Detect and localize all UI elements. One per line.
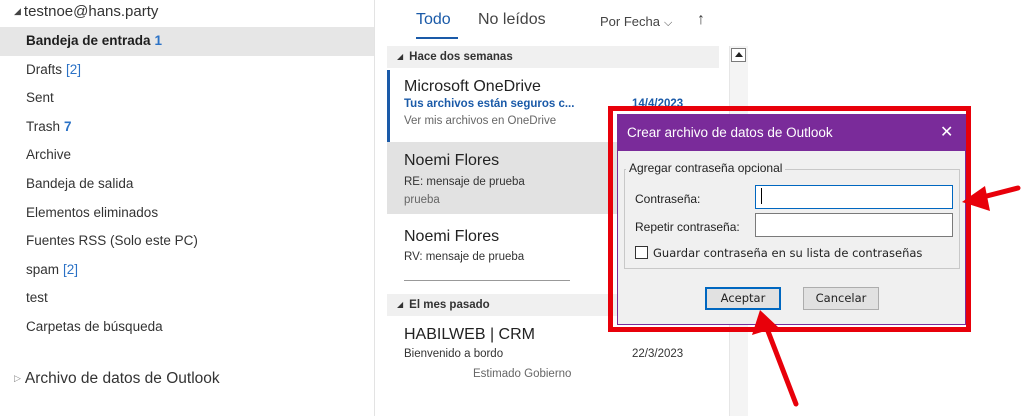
scroll-up-button[interactable] [731,48,746,62]
folder-list: Bandeja de entrada 1 Drafts [2] Sent Trash… [0,27,374,342]
sort-direction-arrow-icon[interactable]: ↑ [697,11,705,29]
data-file-header[interactable]: ▷ Archivo de datos de Outlook [14,370,220,388]
cancel-button[interactable]: Cancelar [803,287,879,310]
repeat-password-input[interactable] [755,213,953,237]
folder-archive[interactable]: Archive [0,141,374,170]
collapse-triangle-icon[interactable]: ◢ [397,294,403,316]
message-subject: RV: mensaje de prueba [404,251,525,263]
message-sender: HABILWEB | CRM [404,326,535,343]
account-header[interactable]: ◢ testnoe@hans.party [14,0,158,24]
tab-all[interactable]: Todo [416,11,451,29]
group-header-two-weeks-ago[interactable]: ◢ Hace dos semanas [387,46,719,68]
message-sender: Noemi Flores [404,228,500,245]
folder-outbox[interactable]: Bandeja de salida [0,170,374,199]
folder-spam[interactable]: spam [2] [0,256,374,285]
message-preview: prueba [404,194,440,206]
message-subject: Bienvenido a bordo [404,348,504,360]
sort-label: Por Fecha [600,14,660,29]
message-preview: Estimado Gobierno [473,368,572,380]
folder-test[interactable]: test [0,284,374,313]
message-sender: Noemi Flores [404,152,500,169]
dialog-title: Crear archivo de datos de Outlook [627,125,833,140]
repeat-password-label: Repetir contraseña: [635,220,740,234]
folder-inbox[interactable]: Bandeja de entrada 1 [0,27,374,56]
spam-count: [2] [63,261,79,277]
folder-pane: ◢ testnoe@hans.party Bandeja de entrada 1 … [0,0,374,416]
list-separator [404,280,570,281]
folder-rss-feeds[interactable]: Fuentes RSS (Solo este PC) [0,227,374,256]
message-subject: RE: mensaje de prueba [404,176,525,188]
group-label: Agregar contraseña opcional [626,161,786,175]
message-subject: Tus archivos están seguros c... [404,98,575,110]
dialog-titlebar[interactable]: Crear archivo de datos de Outlook ✕ [618,115,965,151]
pane-divider[interactable] [374,0,375,416]
folder-deleted-items[interactable]: Elementos eliminados [0,199,374,228]
expand-triangle-icon[interactable]: ▷ [14,373,21,384]
message-preview: Ver mis archivos en OneDrive [404,115,557,127]
tab-unread[interactable]: No leídos [478,11,546,29]
account-name: testnoe@hans.party [23,3,159,20]
save-password-label[interactable]: Guardar contraseña en su lista de contra… [653,246,922,260]
message-date: 22/3/2023 [632,348,684,360]
folder-trash[interactable]: Trash 7 [0,113,374,142]
accept-button[interactable]: Aceptar [705,287,781,310]
save-password-checkbox[interactable] [635,246,648,259]
folder-sent[interactable]: Sent [0,84,374,113]
create-data-file-dialog: Crear archivo de datos de Outlook ✕ Agre… [617,114,966,325]
trash-count: 7 [64,118,72,134]
sort-dropdown[interactable]: Por Fecha ⌵ [600,14,672,30]
text-caret [761,188,762,204]
data-file-name: Archivo de datos de Outlook [24,370,220,387]
active-tab-indicator [416,37,458,39]
unread-count: 1 [154,33,163,48]
folder-drafts[interactable]: Drafts [2] [0,56,374,85]
password-input[interactable] [755,185,953,209]
collapse-triangle-icon[interactable]: ◢ [397,46,403,68]
message-sender: Microsoft OneDrive [404,78,541,95]
close-icon[interactable]: ✕ [940,122,953,142]
password-label: Contraseña: [635,192,701,206]
chevron-down-icon: ⌵ [663,17,673,29]
folder-search-folders[interactable]: Carpetas de búsqueda [0,313,374,342]
draft-count: [2] [66,61,82,77]
collapse-triangle-icon[interactable]: ◢ [14,0,21,22]
unread-indicator-bar [387,70,390,142]
